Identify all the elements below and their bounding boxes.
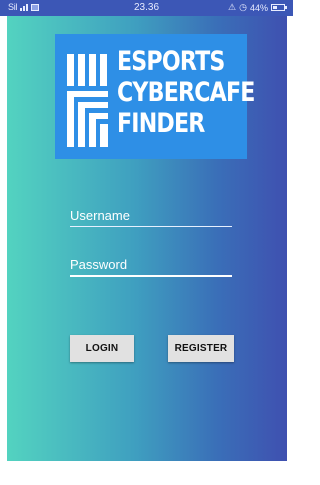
alarm-icon: ⚠ xyxy=(228,2,237,12)
login-screen: ESPORTS CYBERCAFE FINDER LOGIN REGISTER xyxy=(7,16,287,461)
battery-icon xyxy=(271,4,287,11)
password-field[interactable] xyxy=(70,253,232,279)
logo-line-esports: ESPORTS xyxy=(117,46,225,77)
username-underline xyxy=(70,226,232,227)
password-input[interactable] xyxy=(70,253,232,275)
logo-line-cybercafe: CYBERCAFE xyxy=(117,77,255,108)
username-field[interactable] xyxy=(70,204,232,230)
username-input[interactable] xyxy=(70,204,232,226)
status-right: ⚠ ◷ 44% xyxy=(228,2,287,13)
clock-icon: ◷ xyxy=(239,2,247,12)
login-button[interactable]: LOGIN xyxy=(70,335,134,362)
logo-text: ESPORTS CYBERCAFE FINDER xyxy=(117,46,255,139)
app-logo: ESPORTS CYBERCAFE FINDER xyxy=(55,34,255,159)
status-bar: Sil 23.36 ⚠ ◷ 44% xyxy=(0,0,293,16)
logo-line-finder: FINDER xyxy=(117,108,205,139)
register-button[interactable]: REGISTER xyxy=(168,335,234,362)
battery-percent: 44% xyxy=(249,2,268,13)
password-underline xyxy=(70,275,232,277)
